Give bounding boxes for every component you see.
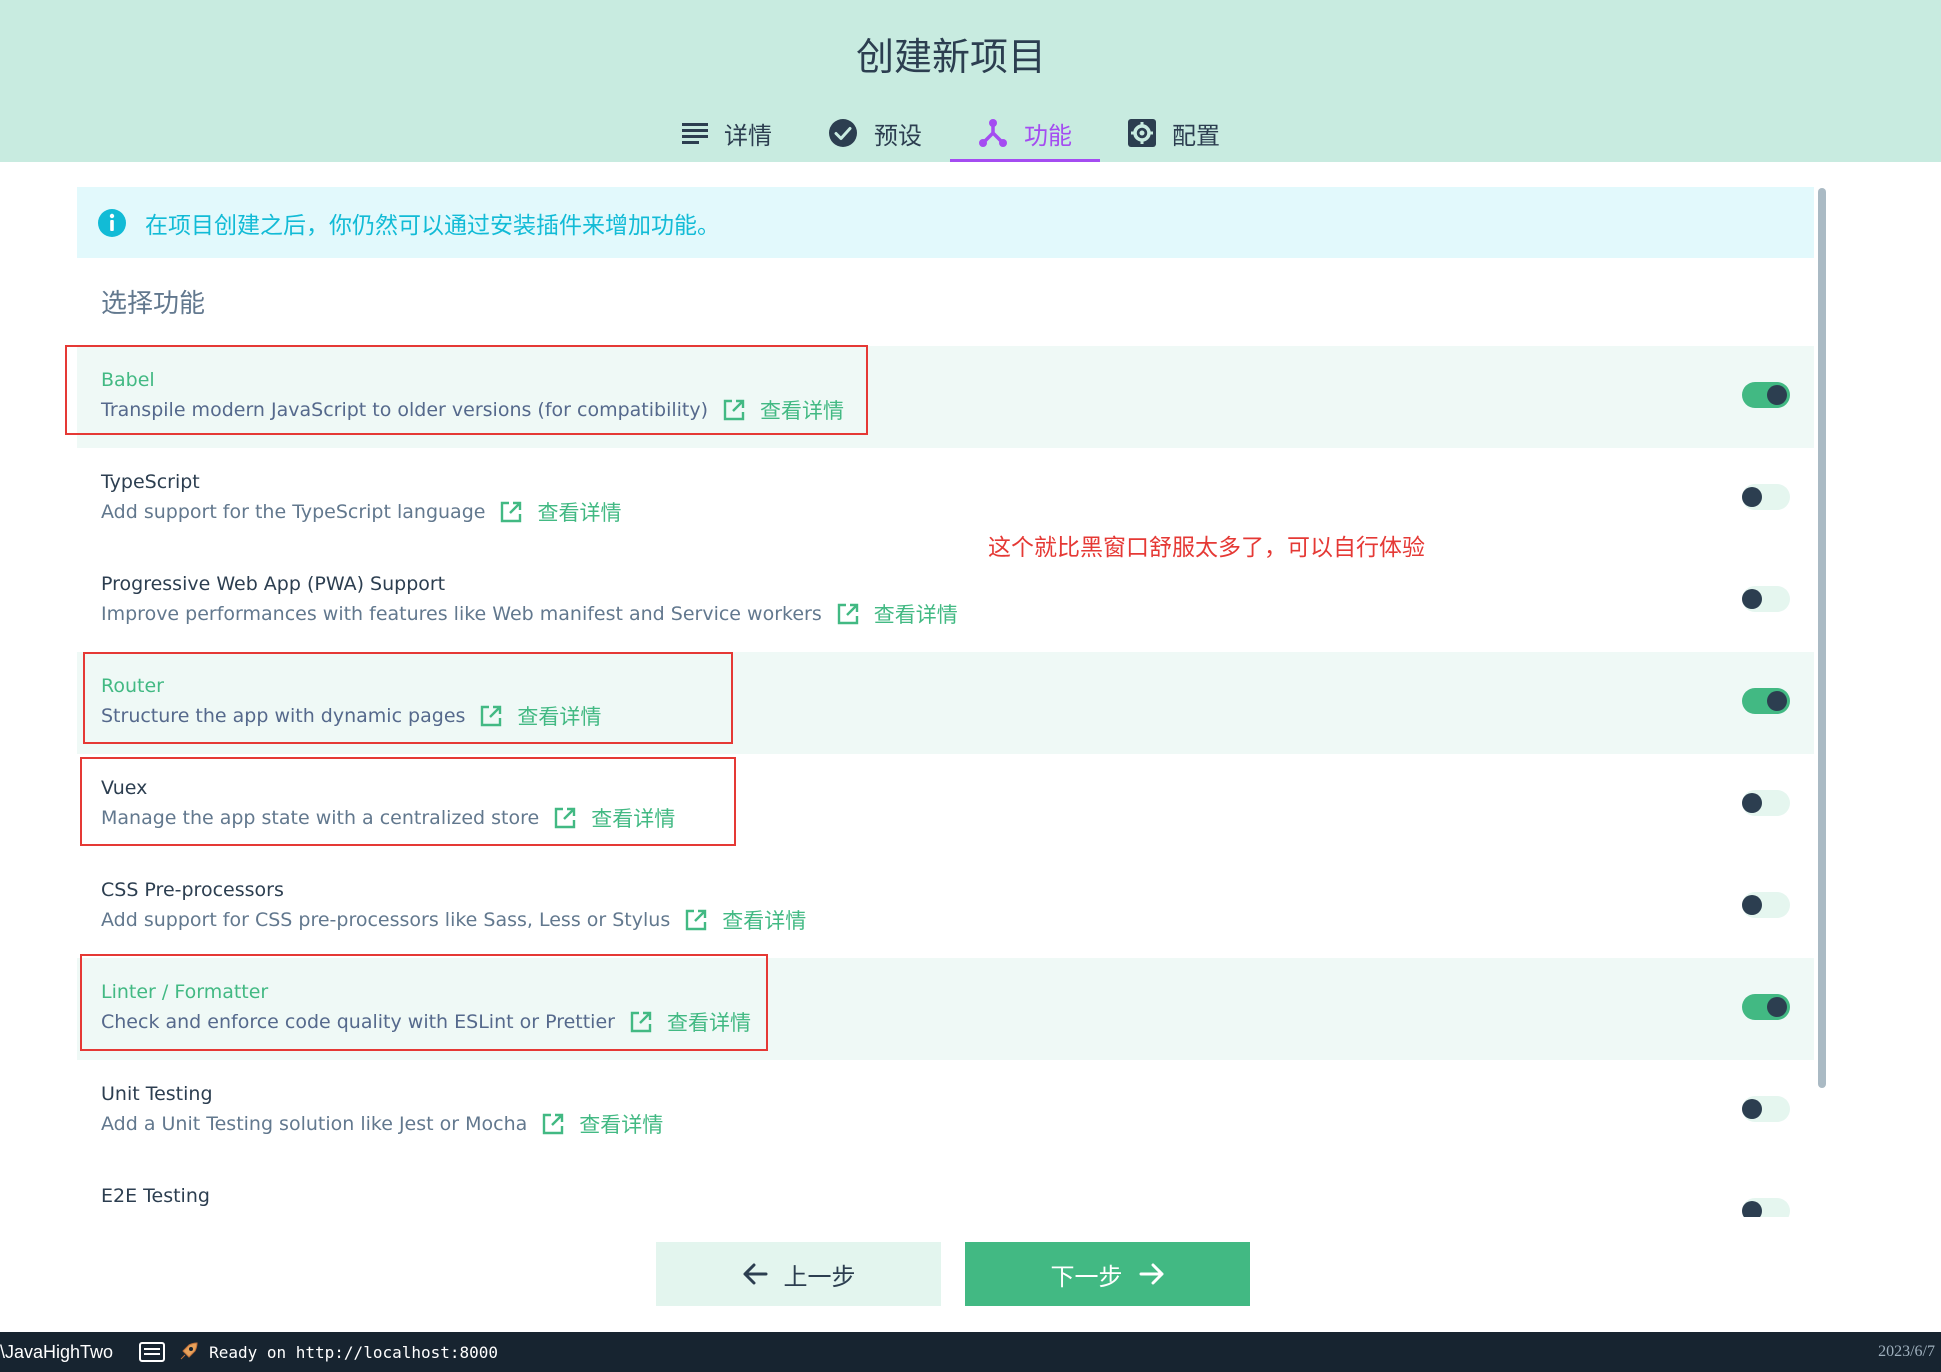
taskbar: \JavaHighTwo Ready on http://localhost:8…: [0, 1332, 1941, 1372]
taskbar-status: Ready on http://localhost:8000: [209, 1342, 499, 1362]
feature-description: Manage the app state with a centralized …: [101, 807, 540, 829]
external-link-icon[interactable]: [479, 704, 503, 728]
next-step-label: 下一步: [1050, 1262, 1123, 1291]
tab-presets[interactable]: 预设: [800, 104, 950, 162]
feature-selection-panel: 在项目创建之后，你仍然可以通过安装插件来增加功能。 选择功能 Babel Tra…: [77, 187, 1814, 1217]
feature-toggle-router[interactable]: [1742, 688, 1790, 714]
taskbar-time: 2023/6/7: [1878, 1343, 1935, 1360]
feature-description: Add support for the TypeScript language: [101, 501, 486, 523]
feature-toggle-vuex[interactable]: [1742, 790, 1790, 816]
feature-description: Add a Unit Testing solution like Jest or…: [101, 1113, 528, 1135]
tab-bar: 详情 预设 功能 配置: [0, 104, 1902, 162]
tab-details[interactable]: 详情: [654, 104, 800, 162]
arrow-right-icon: [1139, 1263, 1163, 1285]
toggle-knob: [1742, 1201, 1762, 1217]
feature-name: Vuex: [101, 777, 148, 799]
feature-list: Babel Transpile modern JavaScript to old…: [77, 346, 1814, 1217]
section-title: 选择功能: [101, 289, 206, 319]
feature-name: TypeScript: [101, 471, 200, 493]
feature-item-unit-testing[interactable]: Unit Testing Add a Unit Testing solution…: [77, 1060, 1814, 1162]
feature-item-css-preprocessors[interactable]: CSS Pre-processors Add support for CSS p…: [77, 856, 1814, 958]
feature-toggle-typescript[interactable]: [1742, 484, 1790, 510]
feature-item-e2e-testing[interactable]: E2E Testing: [77, 1162, 1814, 1217]
info-text: 在项目创建之后，你仍然可以通过安装插件来增加功能。: [145, 212, 720, 239]
check-circle-icon: [829, 119, 857, 147]
previous-step-label: 上一步: [783, 1262, 856, 1291]
page-title: 创建新项目: [855, 35, 1046, 79]
feature-toggle-unit-testing[interactable]: [1742, 1096, 1790, 1122]
feature-toggle-linter[interactable]: [1742, 994, 1790, 1020]
feature-name: Progressive Web App (PWA) Support: [101, 573, 446, 595]
scrollbar[interactable]: [1818, 188, 1826, 1088]
feature-description: Structure the app with dynamic pages: [101, 705, 466, 727]
feature-description: Add support for CSS pre-processors like …: [101, 909, 671, 931]
rocket-icon: [180, 1342, 198, 1360]
header: 创建新项目 详情 预设 功能 配置: [0, 0, 1941, 162]
toggle-knob: [1742, 487, 1762, 507]
external-link-icon[interactable]: [684, 908, 708, 932]
info-icon: [98, 208, 126, 237]
list-icon: [682, 123, 708, 144]
feature-toggle-babel[interactable]: [1742, 382, 1790, 408]
feature-details-link[interactable]: 查看详情: [537, 497, 621, 527]
external-link-icon[interactable]: [499, 500, 523, 524]
toggle-knob: [1742, 1099, 1762, 1119]
external-link-icon[interactable]: [629, 1010, 653, 1034]
feature-name: CSS Pre-processors: [101, 879, 284, 901]
feature-details-link[interactable]: 查看详情: [591, 803, 675, 833]
toggle-knob: [1742, 895, 1762, 915]
taskbar-path: \JavaHighTwo: [0, 1341, 114, 1362]
feature-toggle-e2e-testing[interactable]: [1742, 1198, 1790, 1217]
toggle-knob: [1742, 589, 1762, 609]
toggle-knob: [1767, 385, 1787, 405]
toggle-knob: [1767, 691, 1787, 711]
feature-item-typescript[interactable]: TypeScript Add support for the TypeScrip…: [77, 448, 1814, 550]
feature-item-linter[interactable]: Linter / Formatter Check and enforce cod…: [77, 958, 1814, 1060]
feature-name: Router: [101, 675, 164, 697]
external-link-icon[interactable]: [722, 398, 746, 422]
next-step-button[interactable]: 下一步: [965, 1242, 1250, 1306]
feature-toggle-css-preprocessors[interactable]: [1742, 892, 1790, 918]
feature-item-router[interactable]: Router Structure the app with dynamic pa…: [77, 652, 1814, 754]
toggle-knob: [1767, 997, 1787, 1017]
feature-toggle-pwa[interactable]: [1742, 586, 1790, 612]
tab-features[interactable]: 功能: [950, 104, 1100, 162]
feature-name: Babel: [101, 369, 155, 391]
feature-description: Check and enforce code quality with ESLi…: [101, 1011, 615, 1033]
annotation-note: 这个就比黑窗口舒服太多了，可以自行体验: [988, 535, 1425, 561]
feature-name: Unit Testing: [101, 1083, 213, 1105]
feature-details-link[interactable]: 查看详情: [874, 599, 958, 629]
toggle-knob: [1742, 793, 1762, 813]
feature-details-link[interactable]: 查看详情: [667, 1007, 751, 1037]
feature-details-link[interactable]: 查看详情: [722, 905, 806, 935]
previous-step-button[interactable]: 上一步: [656, 1242, 941, 1306]
tab-config-label: 配置: [1172, 121, 1220, 150]
external-link-icon[interactable]: [553, 806, 577, 830]
feature-description: Transpile modern JavaScript to older ver…: [101, 399, 709, 421]
feature-name: Linter / Formatter: [101, 981, 269, 1003]
external-link-icon[interactable]: [541, 1112, 565, 1136]
feature-item-babel[interactable]: Babel Transpile modern JavaScript to old…: [77, 346, 1814, 448]
tab-config[interactable]: 配置: [1100, 104, 1248, 162]
feature-details-link[interactable]: 查看详情: [760, 395, 844, 425]
feature-details-link[interactable]: 查看详情: [579, 1109, 663, 1139]
branch-icon: [979, 119, 1007, 147]
tab-features-label: 功能: [1024, 121, 1072, 150]
feature-description: Improve performances with features like …: [101, 603, 822, 625]
tab-details-label: 详情: [724, 121, 772, 150]
tab-presets-label: 预设: [874, 121, 922, 150]
feature-details-link[interactable]: 查看详情: [517, 701, 601, 731]
feature-item-pwa[interactable]: Progressive Web App (PWA) Support Improv…: [77, 550, 1814, 652]
external-link-icon[interactable]: [836, 602, 860, 626]
keyboard-icon[interactable]: [139, 1342, 166, 1362]
arrow-left-icon: [743, 1263, 767, 1285]
info-banner: 在项目创建之后，你仍然可以通过安装插件来增加功能。: [77, 187, 1814, 258]
feature-item-vuex[interactable]: Vuex Manage the app state with a central…: [77, 754, 1814, 856]
feature-name: E2E Testing: [101, 1185, 210, 1207]
gear-icon: [1128, 119, 1156, 147]
